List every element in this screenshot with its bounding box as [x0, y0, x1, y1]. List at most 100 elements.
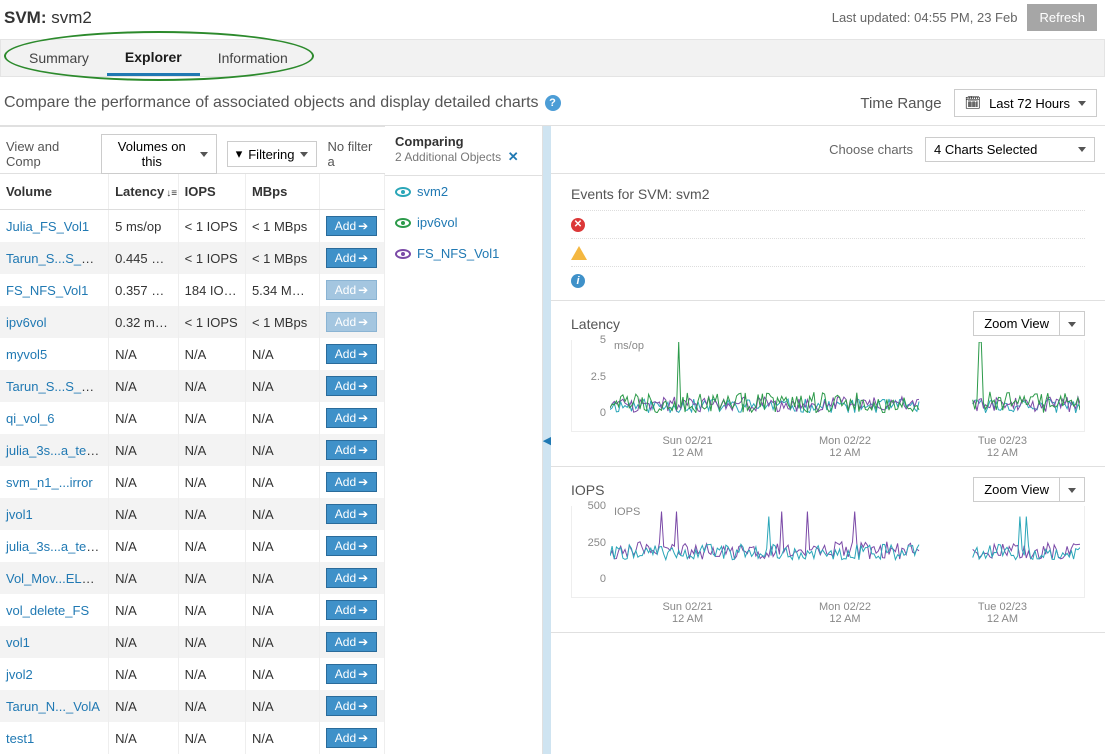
- latency-cell: N/A: [109, 722, 179, 754]
- warning-icon[interactable]: [571, 246, 587, 260]
- refresh-button[interactable]: Refresh: [1027, 4, 1097, 31]
- iops-cell: 184 IOPS: [178, 274, 245, 306]
- volume-link[interactable]: Tarun_N..._VolA: [6, 699, 100, 714]
- tab-explorer[interactable]: Explorer: [107, 41, 200, 76]
- filter-status: No filter a: [327, 139, 379, 169]
- add-button: Add➔: [326, 312, 377, 332]
- add-button[interactable]: Add➔: [326, 376, 377, 396]
- col-mbps[interactable]: MBps: [245, 174, 319, 210]
- filtering-dropdown[interactable]: ▾ Filtering: [227, 141, 318, 167]
- chart-plot[interactable]: 02.55ms/opSun 02/2112 AMMon 02/2212 AMTu…: [571, 340, 1085, 432]
- volume-link[interactable]: Tarun_S...S_Vol1: [6, 251, 106, 266]
- volume-link[interactable]: ipv6vol: [6, 315, 46, 330]
- compare-item[interactable]: svm2: [385, 176, 542, 207]
- table-row: test1N/AN/AN/AAdd➔: [0, 722, 385, 754]
- chart-plot[interactable]: 0250500IOPSSun 02/2112 AMMon 02/2212 AMT…: [571, 506, 1085, 598]
- col-latency[interactable]: Latency↓≡: [109, 174, 179, 210]
- volume-link[interactable]: vol_delete_FS: [6, 603, 89, 618]
- volume-link[interactable]: myvol5: [6, 347, 47, 362]
- add-button[interactable]: Add➔: [326, 504, 377, 524]
- compare-panel: Comparing 2 Additional Objects ✕ svm2ipv…: [385, 126, 543, 754]
- tab-summary[interactable]: Summary: [11, 42, 107, 74]
- add-button[interactable]: Add➔: [326, 696, 377, 716]
- volume-link[interactable]: Julia_FS_Vol1: [6, 219, 89, 234]
- add-button[interactable]: Add➔: [326, 472, 377, 492]
- help-icon[interactable]: ?: [545, 95, 561, 111]
- charts-selected-dropdown[interactable]: 4 Charts Selected: [925, 137, 1095, 162]
- volume-link[interactable]: jvol2: [6, 667, 33, 682]
- iops-cell: < 1 IOPS: [178, 242, 245, 274]
- add-button[interactable]: Add➔: [326, 216, 377, 236]
- zoom-view-button[interactable]: Zoom View: [973, 477, 1060, 502]
- tab-information[interactable]: Information: [200, 42, 306, 74]
- add-button[interactable]: Add➔: [326, 248, 377, 268]
- volume-link[interactable]: svm_n1_...irror: [6, 475, 93, 490]
- table-row: julia_3s...a_test1N/AN/AN/AAdd➔: [0, 530, 385, 562]
- caret-down-icon: [1068, 322, 1076, 327]
- volume-link[interactable]: vol1: [6, 635, 30, 650]
- add-button[interactable]: Add➔: [326, 632, 377, 652]
- compare-item-label: ipv6vol: [417, 215, 457, 230]
- volume-link[interactable]: julia_3s...a_test1: [6, 539, 104, 554]
- timerange-dropdown[interactable]: 🗓 Last 72 Hours: [954, 89, 1097, 117]
- add-button[interactable]: Add➔: [326, 568, 377, 588]
- arrow-right-icon: ➔: [358, 507, 368, 521]
- arrow-right-icon: ➔: [358, 699, 368, 713]
- mbps-cell: N/A: [245, 690, 319, 722]
- latency-cell: 0.357 ms/op: [109, 274, 179, 306]
- table-row: vol_delete_FSN/AN/AN/AAdd➔: [0, 594, 385, 626]
- volume-link[interactable]: jvol1: [6, 507, 33, 522]
- timerange-value: Last 72 Hours: [989, 96, 1070, 111]
- compare-item[interactable]: FS_NFS_Vol1: [385, 238, 542, 269]
- compare-item[interactable]: ipv6vol: [385, 207, 542, 238]
- arrow-right-icon: ➔: [358, 635, 368, 649]
- zoom-view-caret[interactable]: [1060, 477, 1085, 502]
- mbps-cell: N/A: [245, 338, 319, 370]
- subheader-text: Compare the performance of associated ob…: [4, 94, 539, 112]
- caret-down-icon: [1068, 488, 1076, 493]
- charts-selected-value: 4 Charts Selected: [934, 142, 1037, 157]
- mbps-cell: 5.34 MBps: [245, 274, 319, 306]
- zoom-view-button[interactable]: Zoom View: [973, 311, 1060, 336]
- col-action: [319, 174, 384, 210]
- col-volume[interactable]: Volume: [0, 174, 109, 210]
- add-button[interactable]: Add➔: [326, 344, 377, 364]
- mbps-cell: N/A: [245, 658, 319, 690]
- title-prefix: SVM:: [4, 8, 51, 27]
- compare-item-label: FS_NFS_Vol1: [417, 246, 499, 261]
- col-iops[interactable]: IOPS: [178, 174, 245, 210]
- volume-link[interactable]: test1: [6, 731, 34, 746]
- table-row: Tarun_N..._VolAN/AN/AN/AAdd➔: [0, 690, 385, 722]
- collapse-handle[interactable]: ◀: [543, 126, 551, 754]
- iops-cell: N/A: [178, 594, 245, 626]
- arrow-right-icon: ➔: [358, 283, 368, 297]
- volume-link[interactable]: julia_3s...a_test3: [6, 443, 104, 458]
- add-button[interactable]: Add➔: [326, 536, 377, 556]
- page-header: SVM: svm2 Last updated: 04:55 PM, 23 Feb…: [0, 0, 1105, 33]
- zoom-view-caret[interactable]: [1060, 311, 1085, 336]
- add-button[interactable]: Add➔: [326, 440, 377, 460]
- add-button[interactable]: Add➔: [326, 728, 377, 748]
- table-row: jvol1N/AN/AN/AAdd➔: [0, 498, 385, 530]
- volume-link[interactable]: FS_NFS_Vol1: [6, 283, 88, 298]
- y-tick: 500: [588, 500, 606, 512]
- volume-link[interactable]: Vol_Mov...ELETE: [6, 571, 107, 586]
- add-button[interactable]: Add➔: [326, 664, 377, 684]
- clear-compare-icon[interactable]: ✕: [508, 149, 519, 164]
- volume-link[interactable]: Tarun_S...S_Vol2: [6, 379, 106, 394]
- chevron-left-icon: ◀: [543, 434, 551, 447]
- table-row: julia_3s...a_test3N/AN/AN/AAdd➔: [0, 434, 385, 466]
- arrow-right-icon: ➔: [358, 251, 368, 265]
- comparing-subtitle: 2 Additional Objects: [395, 150, 501, 164]
- add-button[interactable]: Add➔: [326, 408, 377, 428]
- table-row: vol1N/AN/AN/AAdd➔: [0, 626, 385, 658]
- table-row: FS_NFS_Vol10.357 ms/op184 IOPS5.34 MBpsA…: [0, 274, 385, 306]
- view-compare-dropdown[interactable]: Volumes on this: [101, 134, 217, 174]
- latency-cell: N/A: [109, 626, 179, 658]
- critical-icon[interactable]: ✕: [571, 218, 585, 232]
- add-button[interactable]: Add➔: [326, 600, 377, 620]
- latency-cell: N/A: [109, 434, 179, 466]
- info-icon[interactable]: i: [571, 274, 585, 288]
- arrow-right-icon: ➔: [358, 475, 368, 489]
- volume-link[interactable]: qi_vol_6: [6, 411, 54, 426]
